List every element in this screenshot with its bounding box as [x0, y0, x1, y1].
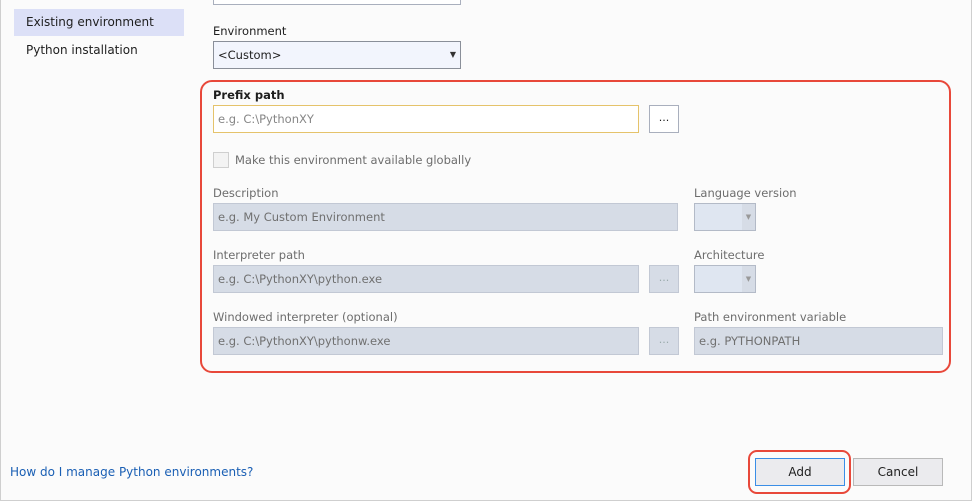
sidebar-item-python-installation[interactable]: Python installation	[14, 37, 184, 64]
environment-value: <Custom>	[218, 48, 282, 62]
sidebar-item-existing-environment[interactable]: Existing environment	[14, 9, 184, 36]
top-field[interactable]	[213, 0, 461, 5]
prefix-path-label: Prefix path	[213, 88, 285, 102]
chevron-down-icon: ▼	[449, 50, 456, 59]
architecture-label: Architecture	[694, 248, 765, 262]
prefix-path-input[interactable]: e.g. C:\PythonXY	[213, 105, 639, 133]
interpreter-browse-button[interactable]: ...	[649, 265, 679, 293]
interpreter-path-input[interactable]: e.g. C:\PythonXY\python.exe	[213, 265, 639, 293]
path-variable-input[interactable]: e.g. PYTHONPATH	[694, 327, 943, 355]
global-checkbox[interactable]	[213, 152, 229, 168]
environment-label: Environment	[213, 24, 287, 38]
chevron-down-icon: ▼	[742, 204, 755, 230]
cancel-button[interactable]: Cancel	[853, 458, 943, 486]
environment-dropdown[interactable]: <Custom> ▼	[213, 41, 461, 69]
interpreter-path-label: Interpreter path	[213, 248, 305, 262]
path-variable-label: Path environment variable	[694, 310, 847, 324]
architecture-dropdown[interactable]: ▼	[694, 265, 756, 293]
chevron-down-icon: ▼	[742, 266, 755, 292]
language-version-label: Language version	[694, 186, 797, 200]
description-input[interactable]: e.g. My Custom Environment	[213, 203, 678, 231]
windowed-interpreter-input[interactable]: e.g. C:\PythonXY\pythonw.exe	[213, 327, 639, 355]
windowed-interpreter-label: Windowed interpreter (optional)	[213, 310, 398, 324]
help-link[interactable]: How do I manage Python environments?	[10, 465, 253, 479]
add-button[interactable]: Add	[755, 458, 845, 486]
description-label: Description	[213, 186, 279, 200]
language-version-dropdown[interactable]: ▼	[694, 203, 756, 231]
prefix-browse-button[interactable]: ...	[649, 105, 679, 133]
windowed-browse-button[interactable]: ...	[649, 327, 679, 355]
global-checkbox-label: Make this environment available globally	[235, 153, 472, 167]
